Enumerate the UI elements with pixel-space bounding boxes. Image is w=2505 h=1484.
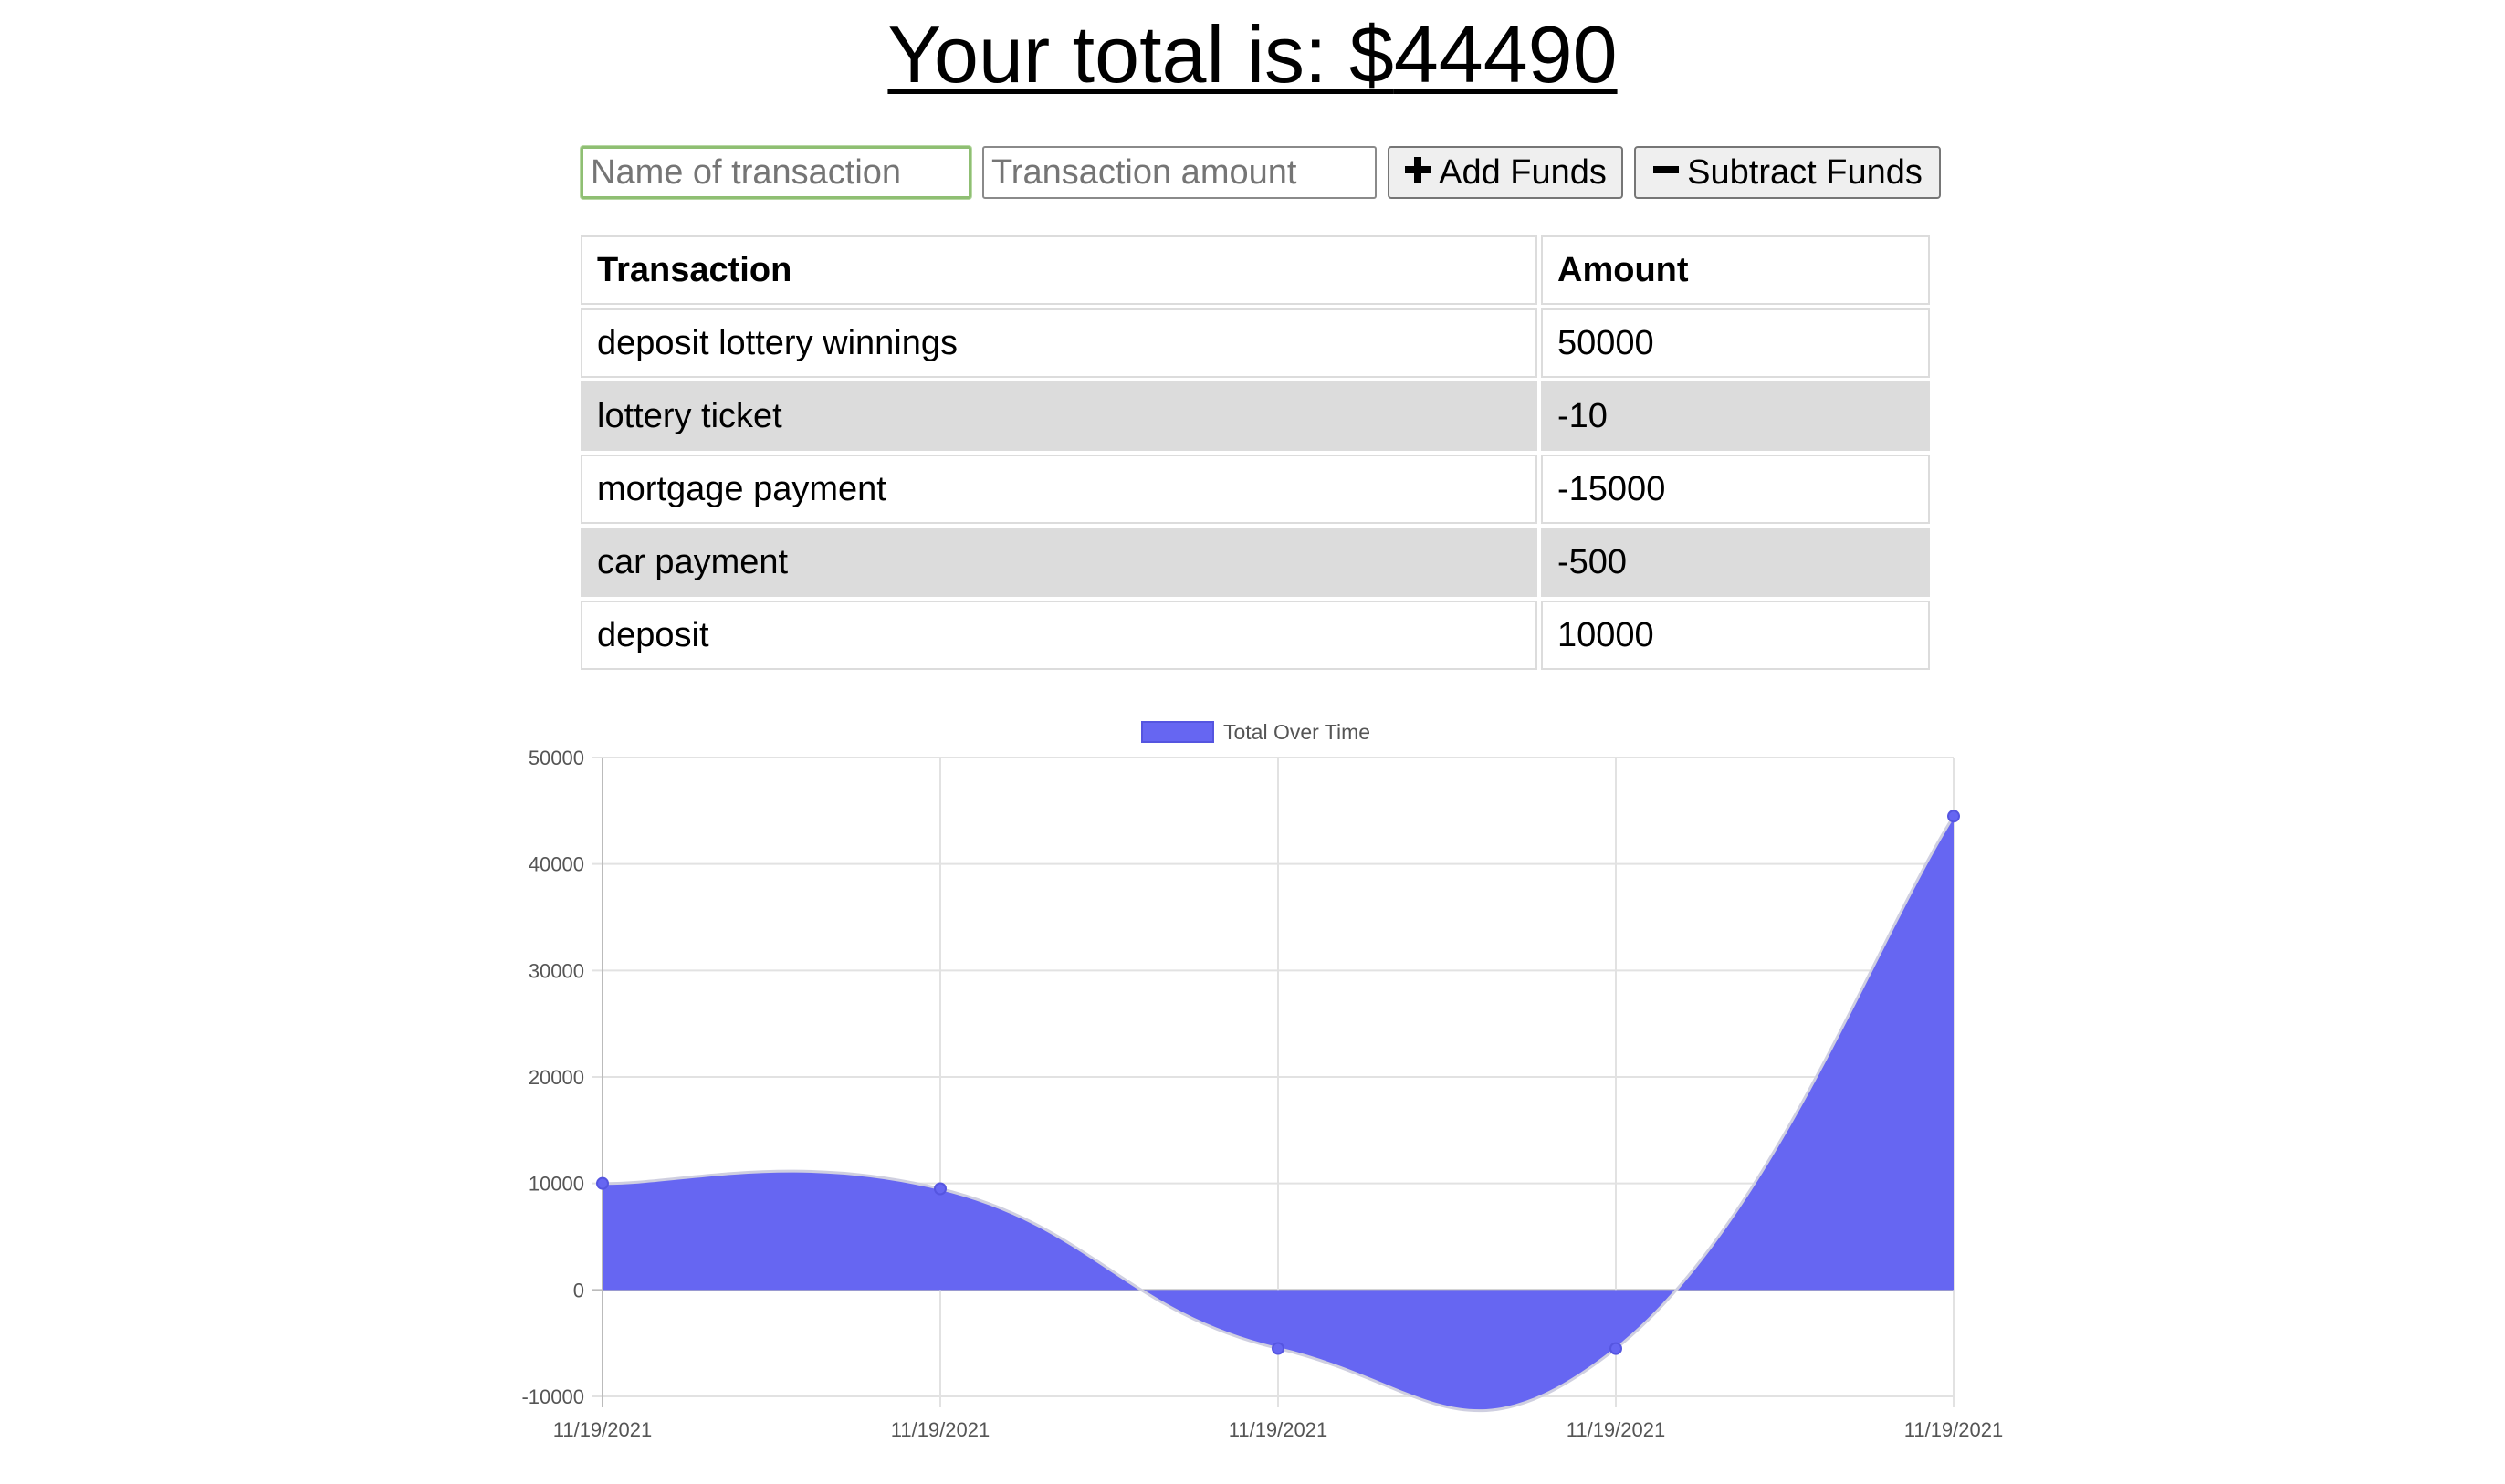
- transaction-amount-cell: 10000: [1541, 601, 1930, 670]
- y-tick-label: -10000: [521, 1385, 584, 1408]
- y-tick-label: 30000: [529, 959, 584, 982]
- header-amount: Amount: [1541, 235, 1930, 305]
- y-tick-label: 0: [573, 1279, 584, 1301]
- table-row: deposit 10000: [581, 601, 1930, 670]
- table-row: deposit lottery winnings 50000: [581, 308, 1930, 378]
- y-tick-label: 10000: [529, 1173, 584, 1196]
- x-tick-label: 11/19/2021: [1229, 1418, 1327, 1441]
- transaction-amount-cell: -10: [1541, 381, 1930, 451]
- subtract-funds-button[interactable]: Subtract Funds: [1634, 146, 1941, 199]
- transaction-name-cell: mortgage payment: [581, 455, 1537, 524]
- x-tick-label: 11/19/2021: [891, 1418, 990, 1441]
- table-row: lottery ticket -10: [581, 381, 1930, 451]
- data-point: [1947, 810, 1960, 823]
- y-tick-label: 40000: [529, 853, 584, 876]
- header-transaction: Transaction: [581, 235, 1537, 305]
- transaction-name-cell: deposit: [581, 601, 1537, 670]
- y-tick-label: 50000: [529, 747, 584, 769]
- data-point: [596, 1176, 609, 1190]
- total-heading: Your total is: $44490: [0, 2, 2505, 108]
- data-point: [1609, 1342, 1622, 1355]
- total-over-time-chart: Total Over Time 50000 40000 30000 20000 1000…: [493, 703, 2027, 1460]
- transactions-table: Transaction Amount deposit lottery winni…: [577, 232, 1934, 674]
- x-tick-label: 11/19/2021: [553, 1418, 652, 1441]
- transaction-amount-cell: -500: [1541, 528, 1930, 597]
- subtract-funds-label: Subtract Funds: [1687, 152, 1923, 192]
- table-row: car payment -500: [581, 528, 1930, 597]
- data-point: [934, 1182, 947, 1196]
- minus-icon: [1652, 153, 1680, 193]
- transaction-amount-cell: 50000: [1541, 308, 1930, 378]
- transaction-name-cell: car payment: [581, 528, 1537, 597]
- transaction-amount-cell: -15000: [1541, 455, 1930, 524]
- transaction-name-cell: deposit lottery winnings: [581, 308, 1537, 378]
- data-point: [1272, 1342, 1284, 1355]
- x-tick-label: 11/19/2021: [1567, 1418, 1665, 1441]
- chart-canvas: 50000 40000 30000 20000 10000 0 -10000 11/19/20…: [521, 747, 2003, 1441]
- transaction-amount-input[interactable]: [982, 146, 1377, 199]
- add-funds-label: Add Funds: [1439, 152, 1607, 192]
- add-funds-button[interactable]: Add Funds: [1388, 146, 1623, 199]
- app-root: Your total is: $44490 Add Funds Subtract…: [0, 0, 2505, 1484]
- x-tick-label: 11/19/2021: [1904, 1418, 2003, 1441]
- y-tick-label: 20000: [529, 1066, 584, 1089]
- transaction-name-cell: lottery ticket: [581, 381, 1537, 451]
- total-value: 44490: [1393, 9, 1618, 99]
- table-row: mortgage payment -15000: [581, 455, 1930, 524]
- transaction-name-input[interactable]: [581, 146, 971, 199]
- total-label: Your total is: $: [887, 9, 1394, 99]
- plus-icon: [1404, 153, 1431, 193]
- table-header-row: Transaction Amount: [581, 235, 1930, 305]
